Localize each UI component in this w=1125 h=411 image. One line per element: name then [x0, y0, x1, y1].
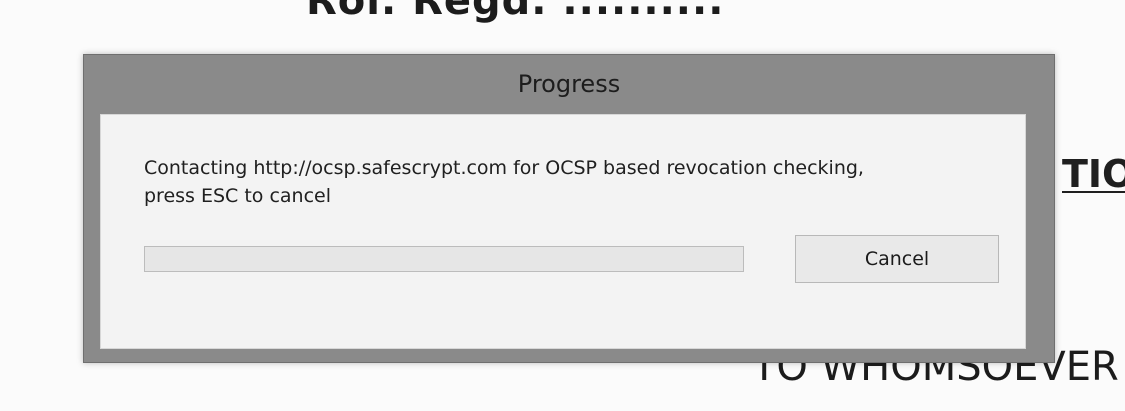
progress-bar: [144, 246, 744, 272]
status-message: Contacting http://ocsp.safescrypt.com fo…: [144, 157, 864, 207]
progress-dialog: Progress Contacting http://ocsp.safescry…: [83, 54, 1055, 363]
dialog-content: Contacting http://ocsp.safescrypt.com fo…: [100, 114, 1026, 349]
background-document-heading: Rol. Regd. ..........: [306, 0, 725, 24]
background-document-section-heading: TION: [1062, 152, 1125, 196]
dialog-title: Progress: [517, 70, 621, 98]
cancel-button[interactable]: Cancel: [795, 235, 999, 283]
